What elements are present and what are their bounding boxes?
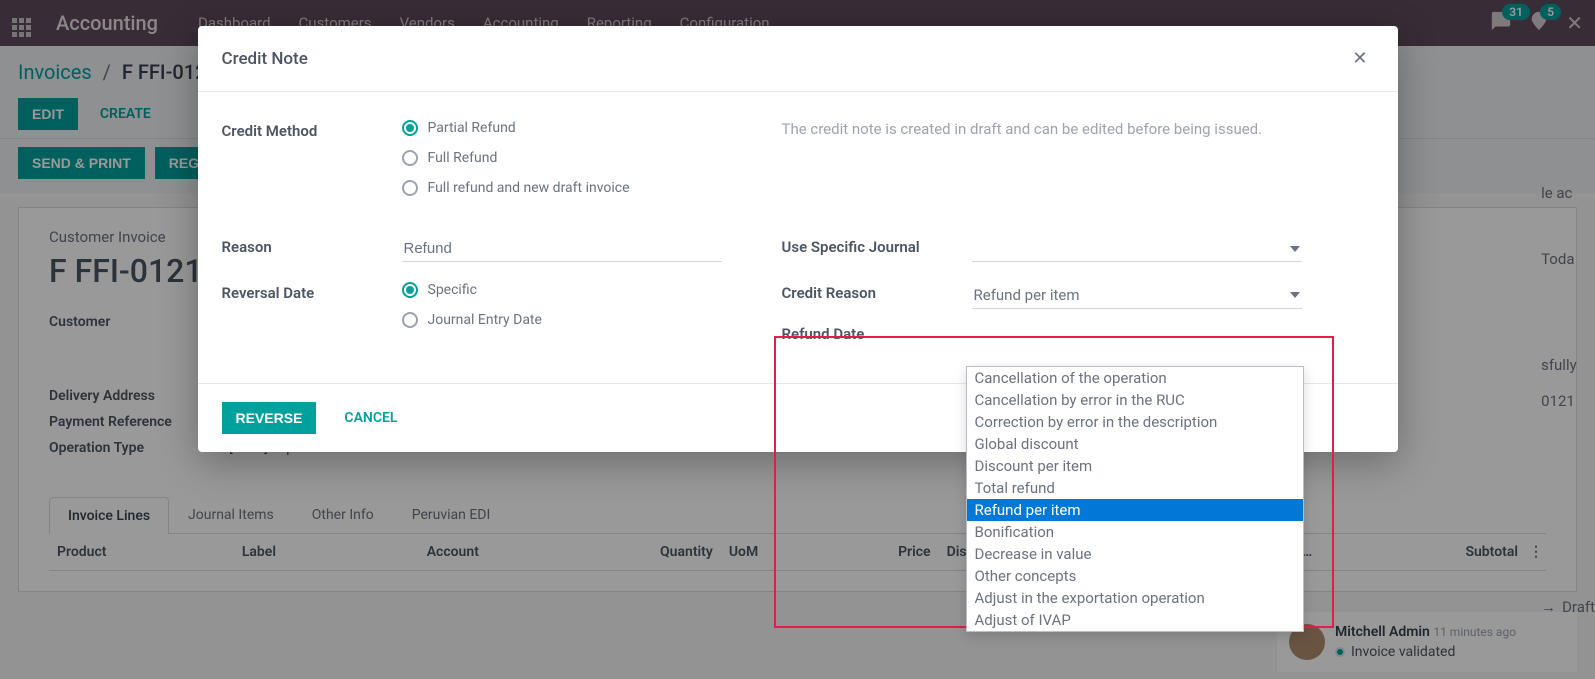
credit-reason-dropdown: Cancellation of the operationCancellatio… (966, 366, 1304, 632)
journal-select[interactable] (972, 236, 1302, 262)
dropdown-option[interactable]: Other concepts (967, 565, 1303, 587)
credit-note-modal: Credit Note ✕ Credit Method Partial Refu… (198, 26, 1398, 452)
close-icon[interactable]: ✕ (1346, 46, 1373, 71)
dropdown-option[interactable]: Correction by error in the description (967, 411, 1303, 433)
dropdown-option[interactable]: Refund per item (967, 499, 1303, 521)
chevron-down-icon (1290, 246, 1300, 252)
radio-full-refund[interactable]: Full Refund (402, 150, 782, 166)
chevron-down-icon (1290, 292, 1300, 298)
modal-overlay: Credit Note ✕ Credit Method Partial Refu… (0, 0, 1595, 679)
dropdown-option[interactable]: Cancellation by error in the RUC (967, 389, 1303, 411)
refund-date-label: Refund Date (782, 323, 972, 343)
credit-reason-select[interactable]: Refund per item (972, 282, 1302, 309)
journal-label: Use Specific Journal (782, 236, 972, 262)
dropdown-option[interactable]: Bonification (967, 521, 1303, 543)
radio-specific-date[interactable]: Specific (402, 282, 782, 298)
dropdown-option[interactable]: Global discount (967, 433, 1303, 455)
radio-icon (402, 282, 418, 298)
dropdown-option[interactable]: Discount per item (967, 455, 1303, 477)
dropdown-option[interactable]: Adjust of IVAP (967, 609, 1303, 631)
radio-icon (402, 180, 418, 196)
dropdown-option[interactable]: Total refund (967, 477, 1303, 499)
dropdown-option[interactable]: Decrease in value (967, 543, 1303, 565)
reason-input[interactable] (402, 236, 722, 262)
radio-journal-entry-date[interactable]: Journal Entry Date (402, 312, 782, 328)
credit-reason-label: Credit Reason (782, 282, 972, 309)
radio-full-refund-draft[interactable]: Full refund and new draft invoice (402, 180, 782, 196)
dropdown-option[interactable]: Cancellation of the operation (967, 367, 1303, 389)
radio-icon (402, 120, 418, 136)
reason-label: Reason (222, 236, 402, 262)
radio-partial-refund[interactable]: Partial Refund (402, 120, 782, 136)
credit-method-label: Credit Method (222, 120, 402, 196)
modal-hint: The credit note is created in draft and … (782, 120, 1263, 196)
dropdown-option[interactable]: Adjust in the exportation operation (967, 587, 1303, 609)
reverse-button[interactable]: REVERSE (222, 402, 317, 434)
radio-icon (402, 312, 418, 328)
cancel-button[interactable]: CANCEL (332, 402, 409, 434)
radio-icon (402, 150, 418, 166)
modal-title: Credit Note (222, 49, 308, 69)
reversal-date-label: Reversal Date (222, 282, 402, 343)
